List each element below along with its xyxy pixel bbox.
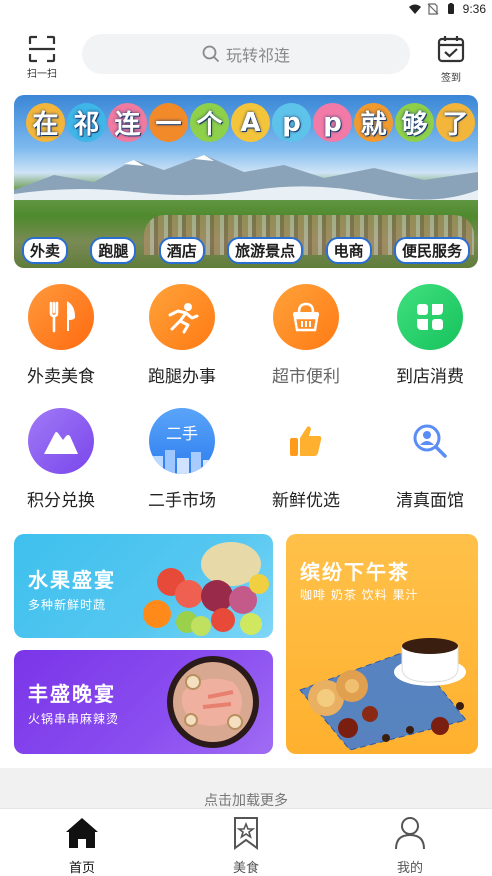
hotpot-illustration xyxy=(167,656,259,748)
fruit-card-title: 水果盛宴 xyxy=(28,568,116,592)
category-supermarket[interactable]: 超市便利 xyxy=(251,284,361,387)
tab-home[interactable]: 首页 xyxy=(0,809,164,876)
magnifier-person-icon xyxy=(397,408,463,474)
battery-icon xyxy=(447,3,454,14)
category-label: 跑腿办事 xyxy=(148,367,216,387)
dinner-card-title: 丰盛晚宴 xyxy=(28,682,116,706)
tea-card-subtitle: 咖啡 奶茶 饮料 果汁 xyxy=(300,588,419,602)
banner-tag: 外卖 xyxy=(22,237,69,264)
category-takeout-food[interactable]: 外卖美食 xyxy=(6,284,116,387)
banner-tag: 跑腿 xyxy=(90,237,137,264)
banner-tag: 旅游景点 xyxy=(227,237,304,264)
category-label: 到店消费 xyxy=(396,367,464,387)
banner-tags: 外卖 跑腿 酒店 旅游景点 电商 便民服务 xyxy=(22,237,470,264)
category-label: 清真面馆 xyxy=(396,491,464,511)
basket-icon xyxy=(273,284,339,350)
banner-title-char: 了 xyxy=(436,103,475,142)
category-halal-noodles[interactable]: 清真面馆 xyxy=(375,408,485,511)
secondhand-icon: 二手 xyxy=(149,408,215,474)
calendar-check-icon xyxy=(437,36,465,63)
tab-label: 美食 xyxy=(232,861,259,876)
no-sim-icon xyxy=(427,3,439,15)
category-points-exchange[interactable]: 积分兑换 xyxy=(6,408,116,511)
category-label: 超市便利 xyxy=(272,367,340,387)
fruit-card-subtitle: 多种新鲜时蔬 xyxy=(28,598,107,612)
tab-label: 首页 xyxy=(68,861,95,876)
bookmark-star-icon xyxy=(234,817,258,850)
thumbs-up-icon xyxy=(273,408,339,474)
banner-title-char: 够 xyxy=(395,103,434,142)
status-bar: 9:36 xyxy=(0,0,492,22)
secondhand-icon-text: 二手 xyxy=(165,424,198,443)
mountain-illustration xyxy=(14,155,478,200)
bottom-tab-bar: 首页 美食 我的 xyxy=(0,808,492,876)
clock: 9:36 xyxy=(462,2,486,16)
afternoon-tea-card[interactable]: 缤纷下午茶 咖啡 奶茶 饮料 果汁 xyxy=(286,534,478,754)
banner-title-char: 就 xyxy=(354,103,393,142)
category-label: 新鲜优选 xyxy=(272,491,340,511)
category-secondhand[interactable]: 二手 二手市场 xyxy=(127,408,237,511)
banner-title-char: p xyxy=(313,103,352,142)
fruit-feast-card[interactable]: 水果盛宴 多种新鲜时蔬 xyxy=(14,534,273,638)
tab-mine[interactable]: 我的 xyxy=(328,809,492,876)
category-label: 外卖美食 xyxy=(27,367,95,387)
banner-title-char: 祁 xyxy=(67,103,106,142)
category-errand[interactable]: 跑腿办事 xyxy=(127,284,237,387)
search-input[interactable]: 玩转祁连 xyxy=(82,34,410,74)
dinner-feast-card[interactable]: 丰盛晚宴 火锅串串麻辣烫 xyxy=(14,650,273,754)
wifi-icon xyxy=(408,4,421,14)
banner-title-char: 在 xyxy=(26,103,65,142)
fruit-illustration xyxy=(143,542,269,636)
coffee-illustration xyxy=(299,638,467,750)
search-placeholder: 玩转祁连 xyxy=(225,46,290,65)
user-icon xyxy=(395,817,425,850)
promo-banner[interactable]: 在 祁 连 一 个 A p p 就 够 了 外卖 跑腿 酒店 旅游景点 电商 便… xyxy=(14,95,478,268)
banner-title-char: 个 xyxy=(190,103,229,142)
banner-tag: 便民服务 xyxy=(393,237,470,264)
tab-label: 我的 xyxy=(396,861,423,876)
scan-icon xyxy=(28,35,56,63)
mountain-points-icon xyxy=(28,408,94,474)
category-label: 二手市场 xyxy=(148,491,216,511)
category-label: 积分兑换 xyxy=(27,491,95,511)
banner-title-char: 一 xyxy=(149,103,188,142)
top-header: 扫一扫 玩转祁连 签到 xyxy=(0,26,492,86)
banner-tag: 电商 xyxy=(325,237,372,264)
banner-title-char: A xyxy=(231,103,270,142)
checkin-button[interactable]: 签到 xyxy=(432,34,470,84)
load-more-button[interactable]: 点击加载更多 xyxy=(0,790,492,810)
scan-label: 扫一扫 xyxy=(27,69,57,80)
category-in-store[interactable]: 到店消费 xyxy=(375,284,485,387)
store-grid-icon xyxy=(397,284,463,350)
banner-title-char: 连 xyxy=(108,103,147,142)
checkin-label: 签到 xyxy=(441,73,461,84)
scan-button[interactable]: 扫一扫 xyxy=(22,34,62,80)
tea-card-title: 缤纷下午茶 xyxy=(300,560,410,584)
dinner-card-subtitle: 火锅串串麻辣烫 xyxy=(28,712,120,726)
home-icon xyxy=(66,818,98,848)
banner-title: 在 祁 连 一 个 A p p 就 够 了 xyxy=(26,103,475,142)
search-icon xyxy=(202,45,220,63)
tab-food[interactable]: 美食 xyxy=(164,809,328,876)
banner-tag: 酒店 xyxy=(158,237,205,264)
banner-title-char: p xyxy=(272,103,311,142)
fork-knife-icon xyxy=(28,284,94,350)
category-fresh-select[interactable]: 新鲜优选 xyxy=(251,408,361,511)
status-icons: 9:36 xyxy=(408,2,486,16)
runner-icon xyxy=(149,284,215,350)
